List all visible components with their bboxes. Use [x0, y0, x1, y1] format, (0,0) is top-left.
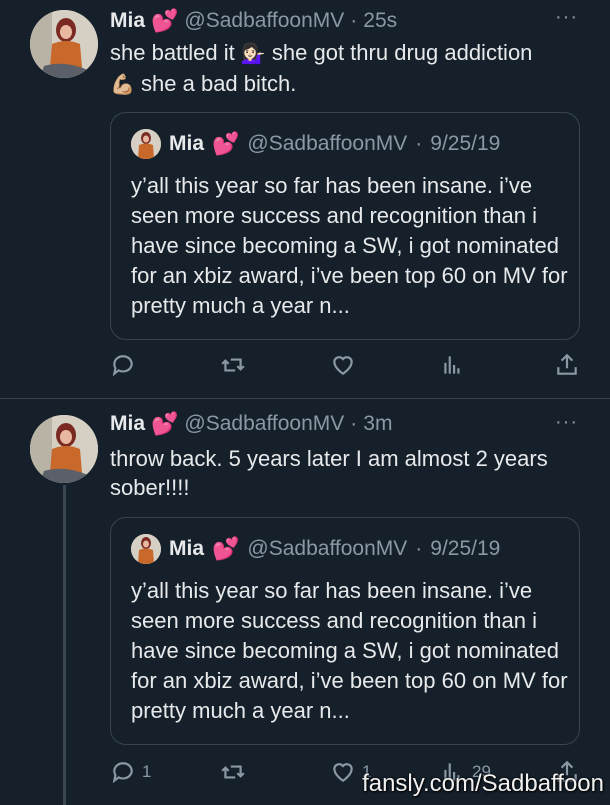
tweet-text-part: she got thru drug addiction [271, 40, 533, 65]
share-button[interactable] [554, 352, 580, 378]
display-name: Mia [169, 537, 205, 560]
views-button[interactable] [440, 352, 472, 378]
avatar [131, 129, 161, 159]
tweet-header: Mia 💕 @SadbaffoonMV · 3m [110, 411, 392, 437]
share-icon [557, 353, 577, 375]
handle: @SadbaffoonMV [247, 132, 408, 155]
more-icon[interactable]: ··· [555, 411, 578, 434]
tweet-header: Mia 💕 @SadbaffoonMV · 25s [110, 8, 397, 34]
quote-text: y’all this year so far has been insane. … [131, 173, 568, 318]
separator-dot: · [350, 9, 358, 32]
display-name[interactable]: Mia [110, 412, 145, 436]
quote-date: 9/25/19 [430, 132, 501, 155]
tweet-text-part: she a bad bitch. [141, 71, 297, 96]
avatar [131, 534, 161, 564]
avatar[interactable] [30, 415, 98, 483]
heart-emoji: 💕 [151, 8, 179, 33]
heart-emoji: 💕 [151, 411, 179, 436]
reply-button[interactable] [110, 352, 142, 378]
separator-dot: · [415, 132, 423, 155]
handle: @SadbaffoonMV [247, 537, 408, 560]
retweet-icon [221, 358, 245, 372]
tweet-1[interactable]: Mia 💕 @SadbaffoonMV · 25s ··· she battle… [0, 0, 610, 398]
like-button[interactable] [330, 352, 362, 378]
quote-header: Mia 💕 @SadbaffoonMV · 9/25/19 [131, 129, 500, 159]
timestamp[interactable]: 3m [363, 412, 392, 436]
reply-button[interactable]: 1 [110, 759, 151, 785]
reply-count: 1 [142, 762, 152, 781]
timestamp[interactable]: 25s [363, 9, 397, 33]
tweet-2[interactable]: Mia 💕 @SadbaffoonMV · 3m ··· throw back.… [0, 399, 610, 805]
action-bar [110, 352, 588, 382]
display-name: Mia [169, 132, 205, 155]
retweet-button[interactable] [220, 352, 252, 378]
emoji: 💪🏼 [110, 74, 135, 96]
display-name[interactable]: Mia [110, 9, 145, 33]
like-icon [333, 763, 353, 782]
quote-text: y’all this year so far has been insane. … [131, 578, 568, 723]
like-icon [333, 356, 353, 375]
quoted-tweet[interactable]: Mia 💕 @SadbaffoonMV · 9/25/19 y’all this… [110, 112, 580, 340]
tweet-text: she battled it 💁🏻‍♀️ she got thru drug a… [110, 38, 590, 100]
quote-date: 9/25/19 [430, 537, 501, 560]
tweet-text: throw back. 5 years later I am almost 2 … [110, 446, 548, 500]
quoted-tweet[interactable]: Mia 💕 @SadbaffoonMV · 9/25/19 y’all this… [110, 517, 580, 745]
views-icon [444, 356, 460, 374]
tweet-text-part: she battled it [110, 40, 235, 65]
reply-icon [112, 355, 133, 377]
emoji: 💁🏻‍♀️ [240, 43, 266, 65]
separator-dot: · [415, 537, 423, 560]
watermark: fansly.com/Sadbaffoon [362, 770, 604, 797]
retweet-icon [221, 765, 245, 779]
retweet-button[interactable] [220, 759, 252, 785]
more-icon[interactable]: ··· [555, 6, 578, 29]
separator-dot: · [350, 412, 358, 435]
avatar[interactable] [30, 10, 98, 78]
quote-header: Mia 💕 @SadbaffoonMV · 9/25/19 [131, 534, 500, 564]
heart-emoji: 💕 [212, 131, 240, 156]
reply-icon [112, 762, 133, 784]
handle[interactable]: @SadbaffoonMV [184, 412, 344, 436]
thread-line [63, 485, 66, 805]
heart-emoji: 💕 [212, 536, 240, 561]
handle[interactable]: @SadbaffoonMV [184, 9, 344, 33]
